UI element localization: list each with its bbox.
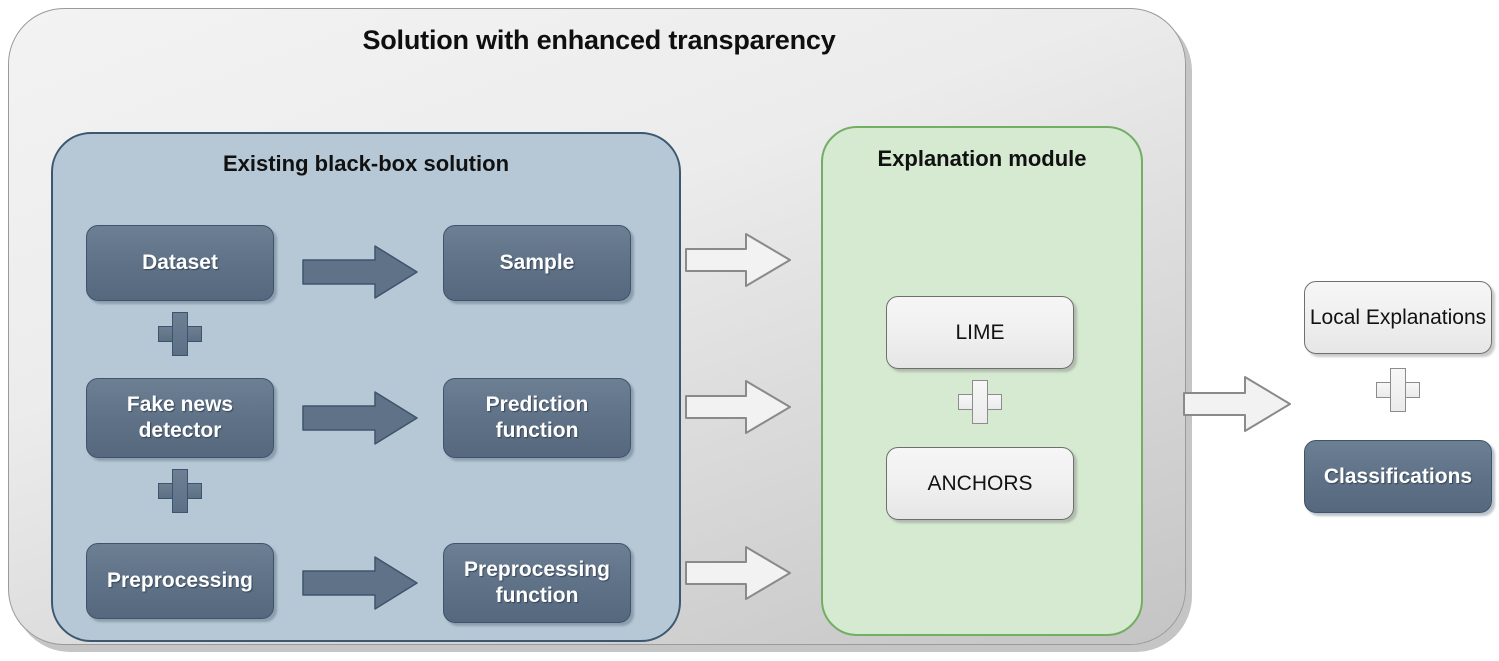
node-anchors-label: ANCHORS [927,471,1033,495]
plus-bar-vertical [172,469,188,513]
explanation-module-panel: Explanation module LIME ANCHORS [821,126,1143,636]
plus-bar-vertical [172,312,188,356]
node-dataset-label: Dataset [142,251,218,275]
bridge-arrow-prediction-to-explanation [684,378,792,436]
node-prediction-function[interactable]: Prediction function [443,378,631,458]
node-lime[interactable]: LIME [886,296,1074,369]
output-local-explanations-label: Local Explanations [1309,305,1487,329]
bridge-arrow-sample-to-explanation [684,231,792,289]
node-lime-label: LIME [955,320,1005,344]
node-preprocessing-function[interactable]: Preprocessing function [443,543,631,623]
plus-bar-vertical [1390,368,1406,412]
arrow-preprocessing-to-function [302,555,419,611]
node-prediction-function-label: Prediction function [485,393,589,442]
node-fake-news-detector[interactable]: Fake news detector [86,378,274,458]
outer-solution-panel: Solution with enhanced transparency Exis… [8,8,1186,645]
diagram-canvas: Solution with enhanced transparency Exis… [0,0,1499,661]
node-preprocessing[interactable]: Preprocessing [86,543,274,619]
node-sample[interactable]: Sample [443,225,631,301]
output-classifications[interactable]: Classifications [1304,440,1492,513]
plus-connector-detector-preprocessing [158,469,202,513]
black-box-solution-title: Existing black-box solution [222,151,510,176]
node-anchors[interactable]: ANCHORS [886,447,1074,520]
bridge-arrow-preprocessing-to-explanation [684,544,792,602]
node-fake-news-detector-label: Fake news detector [126,393,234,442]
plus-connector-outputs [1376,368,1420,412]
black-box-solution-panel: Existing black-box solution Dataset Fake… [51,132,681,642]
node-preprocessing-label: Preprocessing [107,569,253,593]
plus-bar-vertical [972,380,988,424]
output-local-explanations[interactable]: Local Explanations [1304,281,1492,354]
diagram-title: Solution with enhanced transparency [362,25,836,55]
node-sample-label: Sample [499,251,575,275]
node-dataset[interactable]: Dataset [86,225,274,301]
node-preprocessing-function-label: Preprocessing function [464,558,610,607]
arrow-detector-to-prediction [302,390,419,446]
plus-connector-dataset-detector [158,312,202,356]
explanation-module-title: Explanation module [877,146,1087,171]
output-classifications-label: Classifications [1323,464,1473,488]
output-arrow-to-results [1182,374,1292,434]
plus-connector-lime-anchors [958,380,1002,424]
arrow-dataset-to-sample [302,244,419,300]
